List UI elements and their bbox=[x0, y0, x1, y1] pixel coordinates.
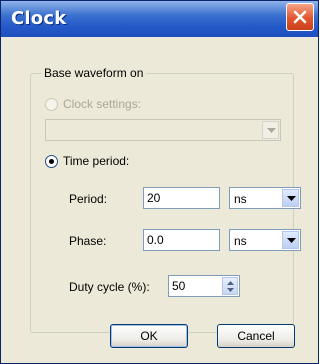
window-title: Clock bbox=[11, 8, 67, 29]
chevron-down-icon bbox=[287, 238, 296, 243]
duty-cycle-spinner[interactable] bbox=[222, 277, 238, 295]
period-unit-value: ns bbox=[234, 192, 247, 206]
chevron-down-icon bbox=[287, 196, 296, 201]
dialog-body: Base waveform on Clock settings: Time pe… bbox=[4, 37, 315, 362]
period-value: 20 bbox=[147, 191, 161, 205]
base-waveform-group: Base waveform on Clock settings: Time pe… bbox=[30, 66, 301, 333]
clock-settings-radio[interactable] bbox=[45, 98, 58, 111]
spinner-down-button[interactable] bbox=[223, 286, 237, 294]
ok-button[interactable]: OK bbox=[110, 324, 188, 348]
phase-label: Phase: bbox=[69, 234, 107, 248]
close-x-icon bbox=[293, 10, 307, 24]
radio-selected-dot bbox=[49, 159, 54, 164]
clock-settings-label: Clock settings: bbox=[63, 97, 142, 111]
clock-settings-select[interactable] bbox=[45, 119, 281, 141]
close-button[interactable] bbox=[286, 3, 314, 31]
duty-cycle-value: 50 bbox=[172, 279, 186, 293]
period-unit-dropdown-button[interactable] bbox=[282, 189, 299, 207]
period-input[interactable]: 20 bbox=[143, 187, 220, 209]
phase-input[interactable]: 0.0 bbox=[143, 229, 220, 251]
spinner-down-icon bbox=[227, 288, 234, 292]
phase-unit-dropdown-button[interactable] bbox=[282, 231, 299, 249]
time-period-label: Time period: bbox=[63, 154, 130, 168]
spinner-up-button[interactable] bbox=[223, 278, 237, 286]
group-legend: Base waveform on bbox=[41, 66, 147, 80]
chevron-down-icon bbox=[267, 128, 276, 133]
duty-cycle-input[interactable]: 50 bbox=[168, 275, 240, 297]
period-label: Period: bbox=[69, 192, 108, 206]
phase-unit-value: ns bbox=[234, 234, 247, 248]
spinner-up-icon bbox=[227, 281, 234, 285]
title-bar[interactable]: Clock bbox=[1, 1, 318, 37]
phase-unit-select[interactable]: ns bbox=[229, 229, 301, 251]
period-unit-select[interactable]: ns bbox=[229, 187, 301, 209]
phase-value: 0.0 bbox=[147, 233, 164, 247]
cancel-button[interactable]: Cancel bbox=[217, 324, 295, 348]
clock-dialog: Clock Base waveform on Clock settings: T… bbox=[0, 0, 319, 364]
time-period-radio[interactable] bbox=[45, 155, 58, 168]
duty-cycle-label: Duty cycle (%): bbox=[69, 280, 150, 294]
clock-settings-dropdown-button[interactable] bbox=[262, 121, 279, 139]
